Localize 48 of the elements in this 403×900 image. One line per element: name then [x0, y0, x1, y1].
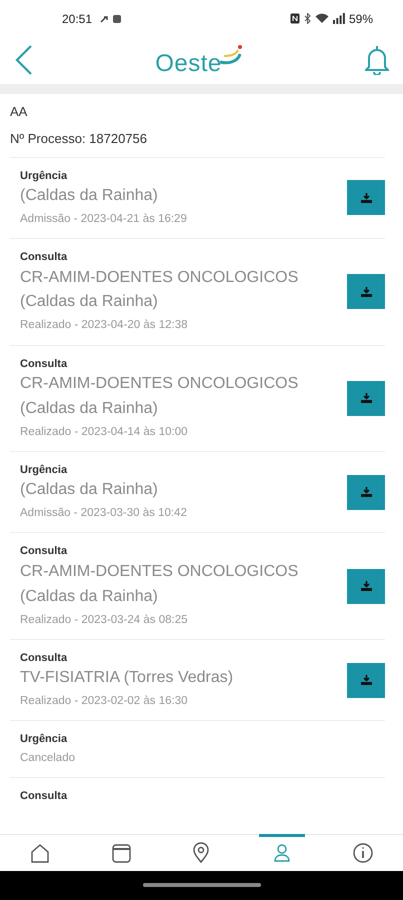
episode-title: TV-FISIATRIA (Torres Vedras) [20, 668, 234, 688]
download-icon [360, 581, 372, 592]
episode-type: Consulta [20, 356, 68, 372]
download-icon [360, 286, 372, 297]
download-button[interactable] [347, 180, 385, 216]
episode-type: Consulta [20, 544, 68, 560]
download-icon [360, 393, 372, 404]
signal-icon [332, 13, 345, 24]
back-button[interactable] [14, 44, 34, 76]
notification-icon [100, 14, 122, 24]
episode-detail: Realizado - 2023-02-02 às 16:30 [20, 694, 189, 710]
episode-type: Urgência [20, 732, 68, 748]
logo-text: Oeste [155, 52, 222, 76]
download-icon [360, 192, 372, 203]
wifi-icon [314, 13, 329, 24]
episode-type: Urgência [20, 168, 68, 184]
episode-detail: Realizado - 2023-04-14 às 10:00 [20, 424, 189, 440]
download-button[interactable] [347, 662, 385, 698]
episode-title: CR-AMIM-DOENTES ONCOLOGICOS (Caldas da Rainha) [20, 562, 300, 607]
download-icon [360, 675, 372, 686]
episode-detail: Realizado - 2023-03-24 às 08:25 [20, 612, 189, 628]
episode-title: CR-AMIM-DOENTES ONCOLOGICOS (Caldas da Rainha) [20, 374, 300, 419]
process-number: Nº Processo: 18720756 [10, 130, 148, 148]
download-icon [360, 487, 372, 498]
episode-title: (Caldas da Rainha) [20, 186, 159, 206]
episode-title: CR-AMIM-DOENTES ONCOLOGICOS (Caldas da Rainha) [20, 268, 300, 312]
download-button[interactable] [347, 474, 385, 510]
episode-detail: Realizado - 2023-04-20 às 12:38 [20, 318, 189, 334]
episode-detail: Cancelado [20, 750, 75, 766]
nfc-icon [290, 13, 300, 24]
notifications-button[interactable] [365, 45, 389, 76]
download-button[interactable] [347, 568, 385, 604]
home-icon [29, 842, 52, 864]
episode-title: (Caldas da Rainha) [20, 480, 159, 500]
download-button[interactable] [347, 380, 385, 416]
episode-type: Consulta [20, 250, 68, 266]
episode-detail: Admissão - 2023-03-30 às 10:42 [20, 506, 187, 522]
battery-level: 59% [348, 10, 373, 28]
download-button[interactable] [347, 274, 385, 310]
calendar-icon [110, 842, 132, 864]
episode-detail: Admissão - 2023-04-21 às 16:29 [20, 212, 187, 227]
bluetooth-icon [304, 13, 311, 24]
episode-type: Consulta [20, 789, 68, 804]
episode-type: Urgência [20, 462, 68, 478]
status-time: 20:51 [62, 10, 92, 28]
episode-type: Consulta [20, 650, 68, 666]
patient-name: AA [10, 102, 28, 121]
info-icon [352, 842, 374, 864]
